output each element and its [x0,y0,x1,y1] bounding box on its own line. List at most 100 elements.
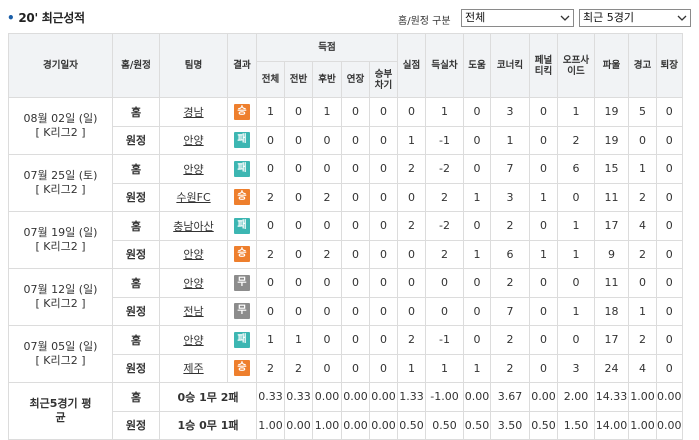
result-badge: 패 [234,217,250,234]
stat-cell: 0 [529,125,558,155]
team-link[interactable]: 경남 [183,106,203,119]
stat-cell: -2 [425,211,464,241]
stat-cell: 0 [256,211,285,241]
bullet-icon: • [7,11,15,25]
stat-cell: 1 [557,97,595,127]
match-date-cell: 08월 02일 (일)[ K리그2 ] [8,97,113,155]
summary-label: 최근5경기 평균 [29,397,92,424]
venue-select[interactable]: 전체 [461,9,574,27]
team-link[interactable]: 전남 [183,305,203,318]
stat-cell: 0 [256,125,285,155]
stat-cell: 1 [529,182,558,212]
stat-cell: 1 [397,125,426,155]
team-link[interactable]: 안양 [183,134,203,147]
stat-cell: 0 [463,211,491,241]
team-link[interactable]: 제주 [183,362,203,375]
summary-label-cell: 최근5경기 평균 [8,382,113,440]
stat-cell: 0 [656,325,683,355]
avg-stat-cell: 1.00 [256,410,285,440]
section-title: • 20' 최근성적 [7,9,85,26]
stat-cell: 2 [425,239,464,269]
venue-select-value: 전체 [465,11,486,24]
avg-stat-cell: 0.00 [656,382,683,412]
stat-cell: 0 [312,154,342,184]
section-title-text: 20' 최근성적 [18,11,85,25]
stat-cell: 0 [463,125,491,155]
venue-filter-label: 홈/원정 구분 [398,16,451,27]
col-goals-first: 전반 [284,61,313,98]
home-away-cell: 원정 [112,410,160,440]
stat-cell: 2 [397,325,426,355]
stat-cell: 0 [656,268,683,298]
stat-cell: 11 [594,182,629,212]
team-cell: 안양 [159,154,228,184]
stat-cell: 0 [341,296,370,326]
avg-stat-cell: 3.50 [490,410,530,440]
avg-stat-cell: 0.33 [256,382,285,412]
team-link[interactable]: 안양 [183,248,203,261]
col-goals-group: 득점 [256,33,398,62]
avg-stat-cell: 0.00 [284,410,313,440]
avg-stat-cell: -1.00 [425,382,464,412]
stat-cell: 2 [256,353,285,383]
col-conceded: 실점 [397,33,426,98]
stat-cell: 0 [463,296,491,326]
match-date-cell: 07월 25일 (토)[ K리그2 ] [8,154,113,212]
col-offsides-text: 오프사이드 [562,54,590,77]
stat-cell: 2 [490,353,530,383]
home-away-cell: 홈 [112,325,160,355]
stat-cell: 1 [557,239,595,269]
stat-cell: 0 [557,268,595,298]
stat-cell: 2 [628,182,657,212]
stat-cell: 0 [557,182,595,212]
stat-cell: 0 [256,268,285,298]
stat-cell: 0 [369,296,398,326]
stat-cell: 2 [490,268,530,298]
stat-cell: 0 [529,211,558,241]
stat-cell: 18 [594,296,629,326]
team-link[interactable]: 안양 [183,163,203,176]
stat-cell: 2 [425,182,464,212]
stat-cell: 0 [369,97,398,127]
stat-cell: 0 [341,125,370,155]
chevron-down-icon [557,10,573,26]
stat-cell: 1 [628,296,657,326]
col-home-away: 홈/원정 [112,33,160,98]
match-league: [ K리그2 ] [35,126,86,139]
result-badge: 무 [234,303,250,320]
table-row: 08월 02일 (일)[ K리그2 ] 홈 경남 승 1 0 1 0 0 0 1 0 3 0 1 19 5 0 [8,97,683,155]
stat-cell: 0 [397,296,426,326]
stat-cell: -1 [425,325,464,355]
stat-cell: 0 [284,296,313,326]
match-date-cell: 07월 12일 (일)[ K리그2 ] [8,268,113,326]
stat-cell: 0 [656,296,683,326]
stat-cell: 17 [594,325,629,355]
stat-cell: 2 [490,211,530,241]
match-date: 07월 25일 (토) [23,169,98,182]
result-badge: 패 [234,160,250,177]
stat-cell: 0 [425,296,464,326]
col-red: 퇴장 [656,33,683,98]
table-row: 07월 19일 (일)[ K리그2 ] 홈 충남아산 패 0 0 0 0 0 2 -2 0 2 0 1 17 4… [8,211,683,269]
team-link[interactable]: 안양 [183,334,203,347]
match-league: [ K리그2 ] [35,297,86,310]
stat-cell: 1 [425,97,464,127]
stat-cell: 2 [256,182,285,212]
stat-cell: 1 [463,353,491,383]
avg-stat-cell: 1.00 [628,382,657,412]
avg-stat-cell: 0.33 [284,382,313,412]
stat-cell: 0 [369,211,398,241]
avg-stat-cell: 0.50 [397,410,426,440]
team-link[interactable]: 수원FC [176,191,210,204]
stat-cell: 0 [256,296,285,326]
stat-cell: 1 [256,325,285,355]
stat-cell: 1 [628,154,657,184]
avg-stat-cell: 0.00 [341,410,370,440]
stat-cell: 0 [463,268,491,298]
team-link[interactable]: 충남아산 [173,220,213,233]
team-link[interactable]: 안양 [183,277,203,290]
stat-cell: -1 [425,125,464,155]
col-goals-total: 전체 [256,61,285,98]
stat-cell: 0 [463,154,491,184]
range-select[interactable]: 최근 5경기 [579,9,691,27]
